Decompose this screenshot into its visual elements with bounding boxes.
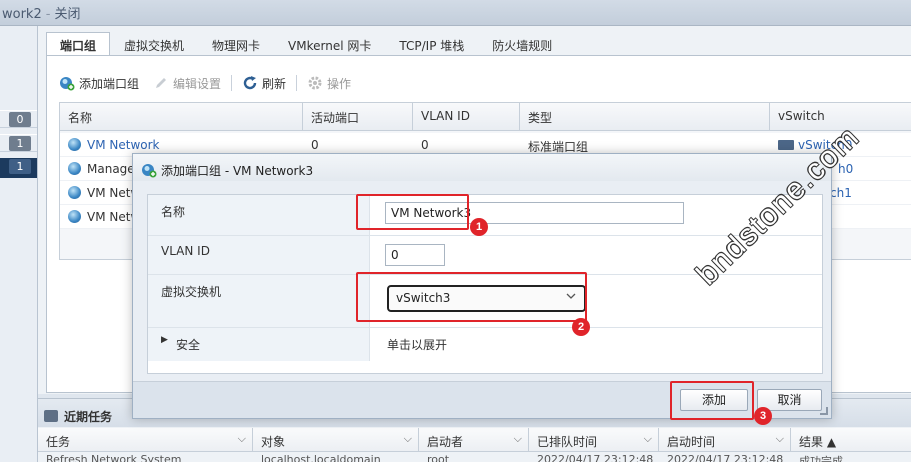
column-queued[interactable]: 已排队时间 ⌵ (529, 428, 659, 452)
column-name[interactable]: 名称 (60, 103, 303, 131)
column-initiator[interactable]: 启动者 ⌵ (419, 428, 529, 452)
column-vlan-id[interactable]: VLAN ID (413, 103, 520, 131)
column-initiator-label: 启动者 (427, 435, 464, 449)
toolbar-divider (231, 75, 233, 91)
count-badge: 0 (9, 112, 31, 127)
dialog-title-bar[interactable]: 添加端口组 - VM Network3 (133, 154, 831, 181)
tab-port-groups[interactable]: 端口组 (46, 32, 111, 56)
chevron-down-icon: ⌵ (775, 432, 784, 445)
toolbar-divider (296, 75, 298, 91)
chevron-down-icon: ⌵ (513, 432, 522, 445)
annotation-number: 1 (470, 218, 488, 236)
network-icon (68, 138, 81, 151)
column-target-label: 对象 (261, 435, 286, 449)
tab-virtual-switches[interactable]: 虚拟交换机 (110, 32, 198, 56)
add-port-group-icon (60, 77, 75, 91)
tab-physical-nics[interactable]: 物理网卡 (198, 32, 274, 56)
refresh-button[interactable]: 刷新 (242, 75, 286, 92)
actions-button[interactable]: 操作 (307, 75, 351, 92)
annotation-number: 3 (754, 407, 772, 425)
tab-firewall-rules[interactable]: 防火墙规则 (478, 32, 566, 56)
column-task-label: 任务 (46, 435, 71, 449)
host-state: 关闭 (54, 7, 81, 22)
annotation-box-add (670, 381, 754, 420)
host-name: work2 (2, 7, 42, 22)
refresh-label: 刷新 (262, 76, 287, 91)
tab-tcpip-stacks[interactable]: TCP/IP 堆栈 (385, 32, 478, 56)
chevron-down-icon: ⌵ (643, 432, 652, 445)
column-queued-label: 已排队时间 (537, 435, 598, 449)
task-started: 2022/04/17 23:12:48 (667, 453, 784, 462)
count-badge: 1 (9, 159, 31, 174)
toolbar: 添加端口组 编辑设置 刷新 操作 (59, 70, 365, 96)
navigator-panel: 0 1 1 (0, 26, 38, 462)
port-group-icon (142, 164, 157, 178)
dialog-title: 添加端口组 - VM Network3 (161, 163, 314, 178)
tasks-icon (44, 410, 58, 422)
vlan-label: VLAN ID (148, 236, 370, 274)
annotation-box-name (356, 194, 469, 230)
security-row[interactable]: 安全 ▶ 单击以展开 (148, 328, 822, 361)
column-started-label: 启动时间 (667, 435, 716, 449)
chevron-down-icon: ⌵ (237, 432, 246, 445)
refresh-icon (243, 76, 257, 90)
resize-grip-icon[interactable] (820, 407, 828, 415)
security-label: 安全 (148, 328, 370, 361)
network-icon (68, 186, 81, 199)
navigator-row-selected[interactable]: 1 (0, 158, 37, 178)
task-target: localhost.localdomain (261, 453, 381, 462)
column-result-label: 结果 ▲ (799, 435, 837, 449)
vlan-input[interactable] (385, 244, 445, 266)
column-active-ports[interactable]: 活动端口 (303, 103, 413, 131)
edit-settings-button[interactable]: 编辑设置 (153, 75, 221, 92)
title-separator: - (45, 7, 51, 22)
vswitch-icon (778, 140, 794, 150)
task-initiator: root (427, 453, 450, 462)
grid-header: 名称 活动端口 VLAN ID 类型 vSwitch (60, 103, 911, 131)
task-row[interactable]: Refresh Network System localhost.localdo… (38, 453, 911, 462)
window-title-bar: work2- 关闭 (0, 0, 911, 26)
port-group-name[interactable]: VM Network (87, 138, 159, 152)
task-result: 成功完成 (799, 455, 843, 462)
add-port-group-button[interactable]: 添加端口组 (59, 75, 139, 92)
expand-arrow-icon[interactable]: ▶ (161, 335, 168, 345)
task-name: Refresh Network System (46, 453, 182, 462)
tasks-columns: 任务 ⌵ 对象 ⌵ 启动者 ⌵ 已排队时间 ⌵ 启动时间 ⌵ 结果 ▲ (38, 428, 911, 452)
column-target[interactable]: 对象 ⌵ (253, 428, 419, 452)
recent-tasks-title: 近期任务 (64, 409, 113, 424)
network-icon (68, 210, 81, 223)
add-port-group-label: 添加端口组 (79, 76, 140, 91)
pencil-icon (156, 78, 167, 88)
actions-label: 操作 (327, 76, 352, 91)
name-label: 名称 (148, 195, 370, 235)
chevron-down-icon: ⌵ (403, 432, 412, 445)
edit-settings-label: 编辑设置 (173, 76, 222, 91)
column-result[interactable]: 结果 ▲ (791, 428, 911, 452)
annotation-number: 2 (572, 318, 590, 336)
vswitch-label: 虚拟交换机 (148, 275, 370, 327)
annotation-box-vswitch (356, 272, 587, 322)
tab-bar: 端口组 虚拟交换机 物理网卡 VMkernel 网卡 TCP/IP 堆栈 防火墙… (46, 32, 566, 56)
task-queued: 2022/04/17 23:12:48 (537, 453, 654, 462)
tab-vmkernel-nics[interactable]: VMkernel 网卡 (274, 32, 385, 56)
security-expand-hint[interactable]: 单击以展开 (387, 336, 447, 353)
navigator-row[interactable]: 0 (0, 110, 37, 128)
column-started[interactable]: 启动时间 ⌵ (659, 428, 791, 452)
navigator-row[interactable]: 1 (0, 134, 37, 152)
count-badge: 1 (9, 136, 31, 151)
column-type[interactable]: 类型 (520, 103, 770, 131)
network-icon (68, 162, 81, 175)
vswitch-link[interactable]: ch1 (830, 186, 852, 200)
gear-icon (308, 76, 322, 90)
column-task[interactable]: 任务 ⌵ (38, 428, 253, 452)
